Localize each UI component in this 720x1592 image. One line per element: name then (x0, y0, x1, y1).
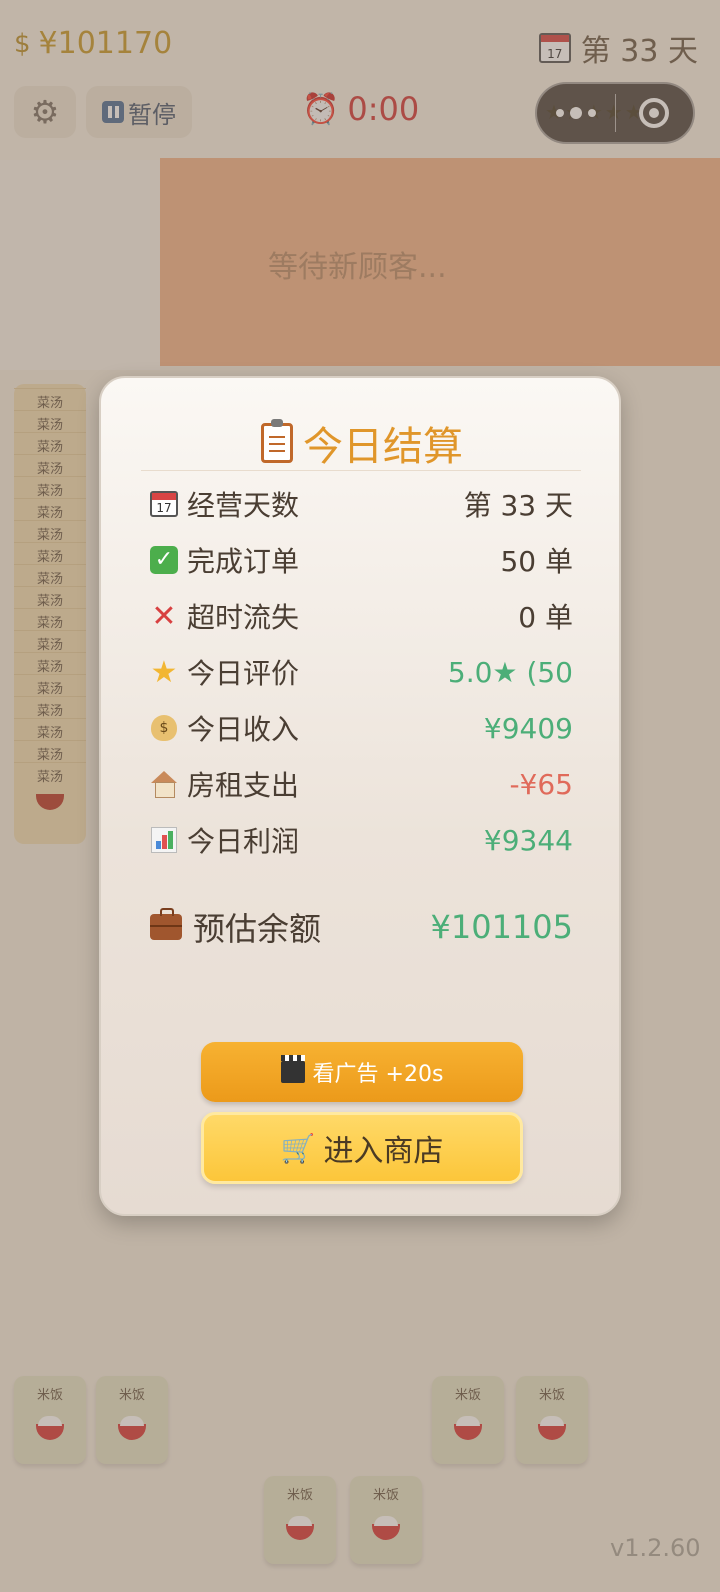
row-label: 今日评价 (187, 657, 300, 690)
clapperboard-icon (280, 1055, 305, 1083)
row-label: 今日利润 (187, 825, 300, 858)
summary-row-timeout: ✕ 超时流失 0 单 (149, 596, 573, 636)
watch-ad-button[interactable]: 看广告 +20s (201, 1042, 523, 1102)
watch-ad-label: 看广告 +20s (312, 1062, 444, 1087)
row-label: 房租支出 (187, 769, 300, 802)
row-label: 经营天数 (187, 489, 300, 522)
title-divider (141, 470, 581, 471)
row-value: 50 单 (500, 545, 573, 578)
summary-row-income: $ 今日收入 ¥9409 (149, 708, 573, 748)
calendar-icon: 17 (150, 491, 178, 517)
summary-row-orders: ✓ 完成订单 50 单 (149, 540, 573, 580)
cross-icon: ✕ (151, 598, 177, 634)
row-value: ¥9409 (483, 711, 573, 745)
money-bag-icon: $ (151, 715, 177, 741)
house-icon (150, 771, 178, 798)
row-value: -¥65 (509, 767, 573, 801)
row-label: 完成订单 (187, 545, 300, 578)
dialog-title-text: 今日结算 (303, 424, 463, 470)
daily-settlement-dialog: 今日结算 17 经营天数 第 33 天 ✓ 完成订单 50 单 ✕ 超时流失 0… (99, 376, 621, 1216)
chart-icon (151, 827, 177, 853)
briefcase-icon (150, 908, 182, 940)
summary-row-days: 17 经营天数 第 33 天 (149, 484, 573, 524)
balance-value: ¥101105 (430, 908, 573, 946)
check-icon: ✓ (150, 546, 178, 574)
row-value: 0 单 (518, 601, 573, 634)
star-icon: ★ (150, 654, 178, 690)
row-label: 今日收入 (187, 713, 300, 746)
clipboard-icon (261, 419, 293, 463)
summary-row-rent: 房租支出 -¥65 (149, 764, 573, 804)
row-value: 第 33 天 (463, 489, 573, 522)
summary-row-rating: ★ 今日评价 5.0★ (50 (149, 652, 573, 692)
summary-row-balance: 预估余额 ¥101105 (149, 902, 573, 952)
row-label: 超时流失 (187, 601, 300, 634)
dialog-title: 今日结算 (101, 414, 623, 472)
row-value: ¥9344 (483, 823, 573, 857)
balance-label: 预估余额 (193, 910, 322, 948)
shopping-cart-icon: 🛒 (280, 1131, 316, 1165)
row-value: 5.0★ (50 (447, 655, 573, 689)
summary-row-profit: 今日利润 ¥9344 (149, 820, 573, 860)
enter-shop-label: 进入商店 (323, 1134, 444, 1169)
enter-shop-button[interactable]: 🛒 进入商店 (201, 1112, 523, 1184)
